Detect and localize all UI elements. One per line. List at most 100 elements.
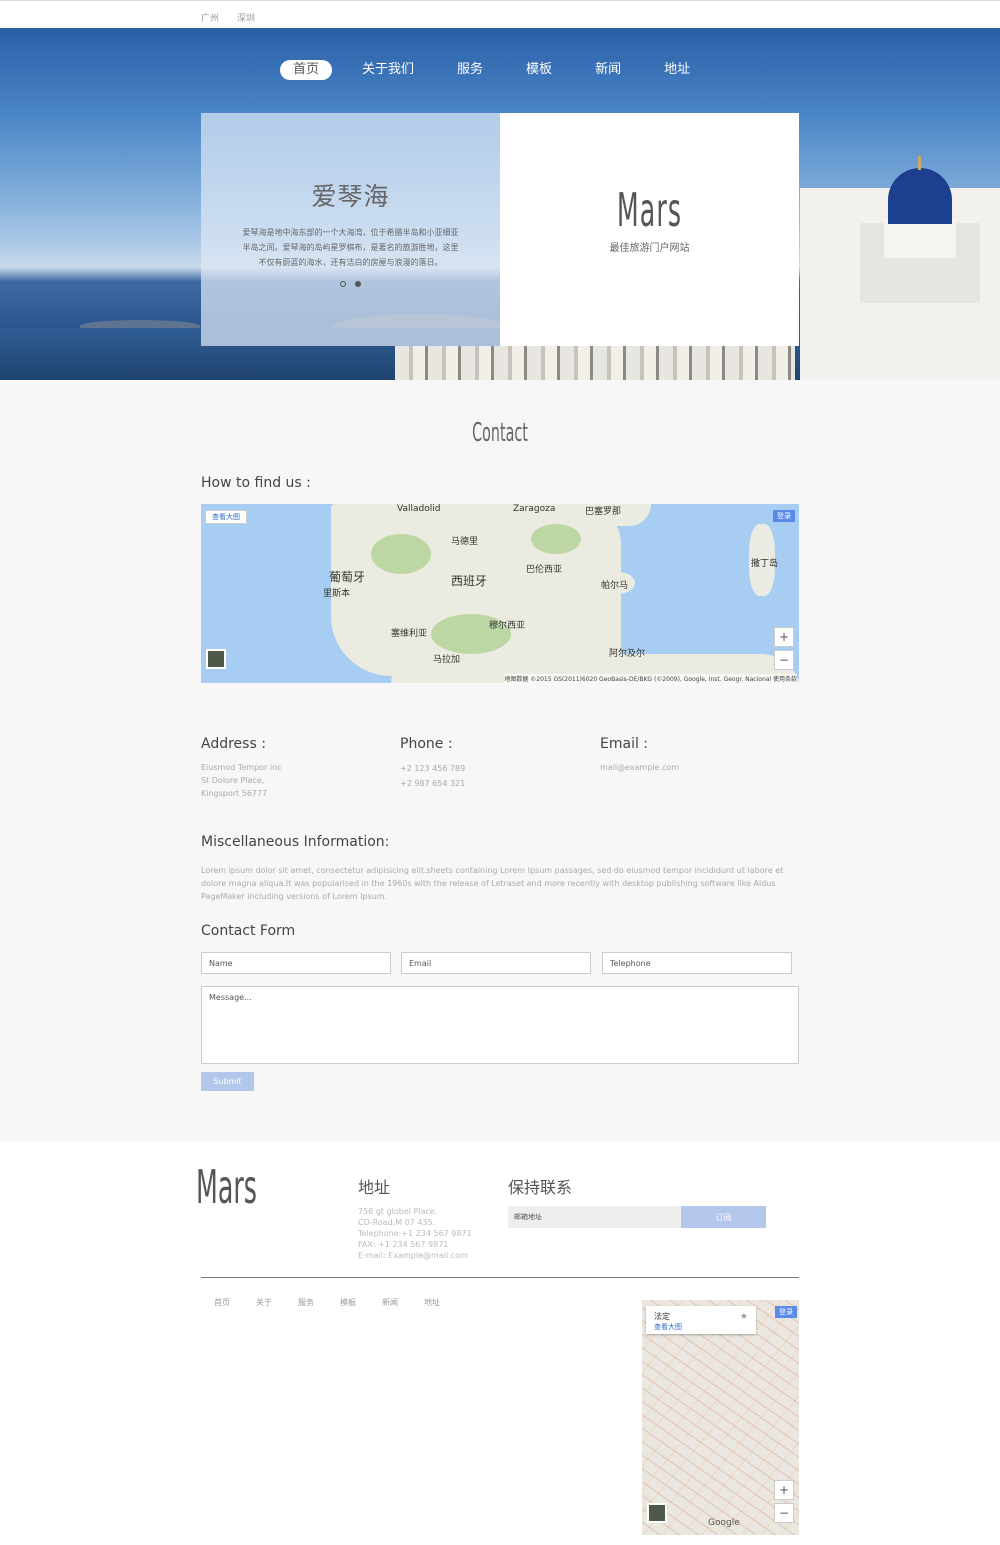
top-link-guangzhou[interactable]: 广州 bbox=[201, 11, 219, 24]
map-label: 马德里 bbox=[451, 537, 479, 547]
footer-address-line: CD-Road,M 07 435. bbox=[358, 1218, 436, 1227]
map-terrain bbox=[371, 534, 431, 574]
main-nav: 首页 关于我们 服务 模板 新闻 地址 bbox=[280, 60, 720, 80]
name-field[interactable] bbox=[201, 952, 391, 974]
contact-form-heading: Contact Form bbox=[201, 923, 296, 939]
address-heading: Address : bbox=[201, 736, 266, 752]
map-label: 穆尔西亚 bbox=[489, 621, 526, 631]
nav-about[interactable]: 关于我们 bbox=[349, 60, 427, 80]
map-zoom-out-button[interactable]: − bbox=[774, 650, 794, 670]
email-heading: Email : bbox=[600, 736, 649, 752]
footer-divider bbox=[201, 1277, 799, 1278]
map-zoom-in-button[interactable]: + bbox=[774, 627, 794, 647]
footer-nav-about[interactable]: 关于 bbox=[256, 1297, 272, 1308]
contact-section: Contact How to find us : Zaragoza 巴塞罗那 马… bbox=[0, 380, 1000, 1142]
footer-nav-address[interactable]: 地址 bbox=[424, 1297, 440, 1308]
map-label: 马拉加 bbox=[433, 655, 461, 665]
message-field[interactable] bbox=[201, 986, 799, 1064]
email-link[interactable]: mail@example.com bbox=[600, 761, 790, 774]
map-label: 巴伦西亚 bbox=[526, 565, 563, 575]
footer-address-line: FAX: +1 234 567 9871 bbox=[358, 1240, 449, 1249]
map-terrain bbox=[531, 524, 581, 554]
nav-templates[interactable]: 模板 bbox=[513, 60, 565, 80]
footer-address-heading: 地址 bbox=[358, 1178, 391, 1197]
star-icon[interactable]: ★ bbox=[740, 1312, 748, 1322]
map-label: 葡萄牙 bbox=[329, 570, 366, 584]
subscribe-email-input[interactable] bbox=[508, 1206, 681, 1228]
phone-heading: Phone : bbox=[400, 736, 453, 752]
subscribe-button[interactable]: 订阅 bbox=[681, 1206, 766, 1228]
map-label: 塞维利亚 bbox=[391, 629, 428, 639]
nav-home[interactable]: 首页 bbox=[280, 60, 333, 80]
church-cross bbox=[918, 156, 921, 170]
address-line: Kingsport 56777 bbox=[201, 789, 268, 798]
map-label: Valladolid bbox=[397, 504, 441, 514]
section-title: Contact bbox=[472, 418, 528, 448]
map-attribution: 地图数据 ©2015 GS(2011)6020 GeoBasis-DE/BKG … bbox=[504, 674, 797, 683]
misc-text: Lorem ipsum dolor sit amet, consectetur … bbox=[201, 866, 784, 901]
slide-text-panel: 爱琴海 爱琴海是地中海东部的一个大海湾，位于希腊半岛和小亚细亚半岛之间。爱琴海的… bbox=[201, 113, 500, 346]
church-base bbox=[884, 218, 956, 258]
footer-nav-home[interactable]: 首页 bbox=[214, 1297, 230, 1308]
footer-address: 756 gt globel Place, CD-Road,M 07 435. T… bbox=[358, 1206, 472, 1261]
map-view-larger-button[interactable]: 查看大图 bbox=[205, 510, 247, 524]
address-block: Address : Eiusmod Tempor inc St Dolore P… bbox=[201, 736, 391, 800]
slide-description: 爱琴海是地中海东部的一个大海湾，位于希腊半岛和小亚细亚半岛之间。爱琴海的岛屿星罗… bbox=[242, 228, 459, 267]
footer-nav-news[interactable]: 新闻 bbox=[382, 1297, 398, 1308]
top-link-shenzhen[interactable]: 深圳 bbox=[237, 11, 255, 24]
map-label: 巴塞罗那 bbox=[585, 507, 622, 517]
slide-title: 爱琴海 bbox=[311, 182, 390, 211]
nav-services[interactable]: 服务 bbox=[444, 60, 496, 80]
phone-block: Phone : +2 123 456 789 +2 987 654 321 bbox=[400, 736, 590, 791]
map-label: 西班牙 bbox=[451, 574, 488, 588]
hero-banner: 首页 关于我们 服务 模板 新闻 地址 爱琴海 爱琴海是地中海东部的一个大海湾，… bbox=[0, 28, 1000, 380]
address-line: Eiusmod Tempor inc bbox=[201, 763, 282, 772]
misc-heading: Miscellaneous Information: bbox=[201, 834, 390, 850]
phone-line: +2 987 654 321 bbox=[400, 779, 466, 788]
footer-map-zoom-out-button[interactable]: − bbox=[774, 1503, 794, 1523]
phone-line: +2 123 456 789 bbox=[400, 764, 466, 773]
footer-nav-templates[interactable]: 模板 bbox=[340, 1297, 356, 1308]
footer-map-zoom-in-button[interactable]: + bbox=[774, 1480, 794, 1500]
town-rooftops bbox=[395, 346, 795, 380]
email-field[interactable] bbox=[401, 952, 591, 974]
find-us-heading: How to find us : bbox=[201, 475, 311, 491]
slider-dot-2[interactable] bbox=[355, 281, 361, 287]
map-label: Zaragoza bbox=[513, 504, 556, 514]
brand-logo: Mars bbox=[616, 183, 683, 237]
map-label: 帕尔马 bbox=[601, 581, 629, 591]
map-label: 里斯本 bbox=[323, 589, 351, 599]
map-place-name: 法定 bbox=[654, 1312, 670, 1321]
google-logo: Google bbox=[708, 1518, 740, 1528]
nav-address[interactable]: 地址 bbox=[651, 60, 703, 80]
footer-address-line: 756 gt globel Place, bbox=[358, 1207, 438, 1216]
nav-news[interactable]: 新闻 bbox=[582, 60, 634, 80]
footer: Mars 地址 756 gt globel Place, CD-Road,M 0… bbox=[0, 1142, 1000, 1545]
footer-nav-services[interactable]: 服务 bbox=[298, 1297, 314, 1308]
address-line: St Dolore Place, bbox=[201, 776, 265, 785]
submit-button[interactable]: Submit bbox=[201, 1072, 254, 1091]
footer-nav: 首页 关于 服务 模板 新闻 地址 bbox=[214, 1297, 440, 1308]
email-block: Email : mail@example.com bbox=[600, 736, 790, 774]
footer-address-line: Telephone:+1 234 567 9871 bbox=[358, 1229, 472, 1238]
slider-dot-1[interactable] bbox=[340, 281, 346, 287]
footer-map-satellite-toggle[interactable] bbox=[647, 1503, 667, 1523]
brand-tagline: 最佳旅游门户网站 bbox=[609, 243, 690, 254]
map-place-card: 法定 查看大图 ★ bbox=[646, 1306, 756, 1334]
blue-dome bbox=[888, 168, 952, 224]
footer-map[interactable]: 法定 查看大图 ★ 登录 + − Google bbox=[642, 1300, 799, 1535]
keep-in-touch-heading: 保持联系 bbox=[508, 1178, 573, 1197]
location-map[interactable]: Zaragoza 巴塞罗那 马德里 葡萄牙 西班牙 巴伦西亚 里斯本 塞维利亚 … bbox=[201, 504, 799, 683]
telephone-field[interactable] bbox=[602, 952, 792, 974]
map-label: 阿尔及尔 bbox=[609, 649, 646, 659]
top-bar: 广州 深圳 bbox=[0, 0, 1000, 28]
slide-brand-panel: Mars 最佳旅游门户网站 bbox=[500, 113, 799, 346]
footer-logo: Mars bbox=[196, 1160, 257, 1214]
map-signin-badge[interactable]: 登录 bbox=[773, 510, 795, 522]
footer-address-line: E-mail: Example@mail.com bbox=[358, 1251, 468, 1260]
map-satellite-toggle[interactable] bbox=[206, 649, 226, 669]
slider-dots bbox=[201, 281, 500, 287]
footer-map-signin-badge[interactable]: 登录 bbox=[775, 1306, 797, 1318]
footer-map-view-larger-link[interactable]: 查看大图 bbox=[654, 1322, 682, 1332]
top-links: 广州 深圳 bbox=[201, 11, 255, 24]
